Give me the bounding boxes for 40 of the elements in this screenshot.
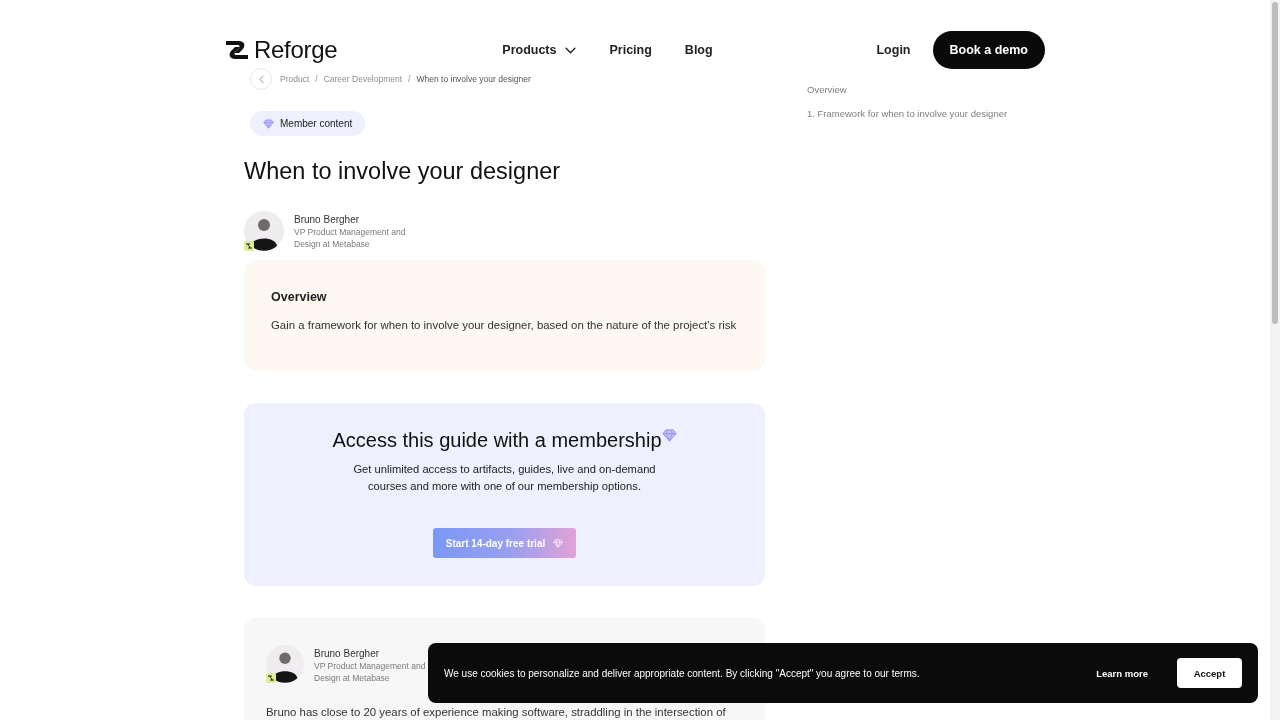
scrollbar-thumb[interactable] (1272, 2, 1278, 324)
breadcrumb-separator: / (315, 74, 318, 84)
accept-button[interactable]: Accept (1177, 658, 1242, 688)
nav-link[interactable]: Pricing (609, 43, 652, 57)
avatar (244, 211, 284, 251)
nav-link[interactable]: Blog (684, 43, 713, 57)
cookie-text: We use cookies to personalize and deliver appropriate content. By clicking "Accept" you agree to our terms. (444, 667, 920, 679)
breadcrumb-separator: / (408, 74, 411, 84)
chevron-down-icon (565, 46, 577, 54)
book-demo-button[interactable]: Book a demo (932, 31, 1045, 69)
membership-heading: Access this guide with a membership (332, 428, 662, 453)
author-name: Bruno Bergher (294, 213, 361, 226)
author-role: VP Product Management and Design at Metabase (294, 226, 407, 250)
learn-more-link[interactable]: Learn more (1096, 667, 1148, 679)
member-content-label: Member content (280, 118, 353, 129)
login-link[interactable]: Login (876, 43, 911, 57)
author-role: VP Product Management and Design at Metabase (314, 660, 427, 684)
badge-icon (244, 241, 254, 251)
author-name: Bruno Bergher (314, 647, 381, 660)
diamond-icon (263, 118, 274, 129)
membership-text: Get unlimited access to artifacts, guides, live and on-demand courses and more with one of our membership options. (352, 462, 657, 494)
back-button[interactable] (250, 68, 272, 90)
overview-heading: Overview (271, 289, 328, 305)
logo-icon (225, 40, 249, 60)
badge-icon (266, 673, 276, 683)
logo-link[interactable]: Reforge (225, 36, 338, 64)
bio-text: Bruno has close to 20 years of experience making software, straddling in the intersection of (266, 705, 727, 720)
scrollbar-track[interactable] (1270, 0, 1280, 720)
diamond-icon (553, 538, 564, 548)
overview-text: Gain a framework for when to involve your designer, based on the nature of the project’s risk (271, 318, 738, 332)
breadcrumb-current: When to involve your designer (416, 74, 531, 84)
breadcrumb-link[interactable]: Career Development (323, 74, 403, 84)
products-menu[interactable]: Products (502, 43, 577, 57)
toc-link[interactable]: Overview (807, 84, 847, 96)
article-title: When to involve your designer (244, 157, 561, 186)
avatar (266, 645, 304, 683)
diamond-icon (661, 429, 677, 442)
chevron-left-icon (258, 74, 264, 84)
toc-link[interactable]: 1. Framework for when to involve your designer (807, 108, 1008, 120)
breadcrumb-link[interactable]: Product (280, 74, 310, 84)
